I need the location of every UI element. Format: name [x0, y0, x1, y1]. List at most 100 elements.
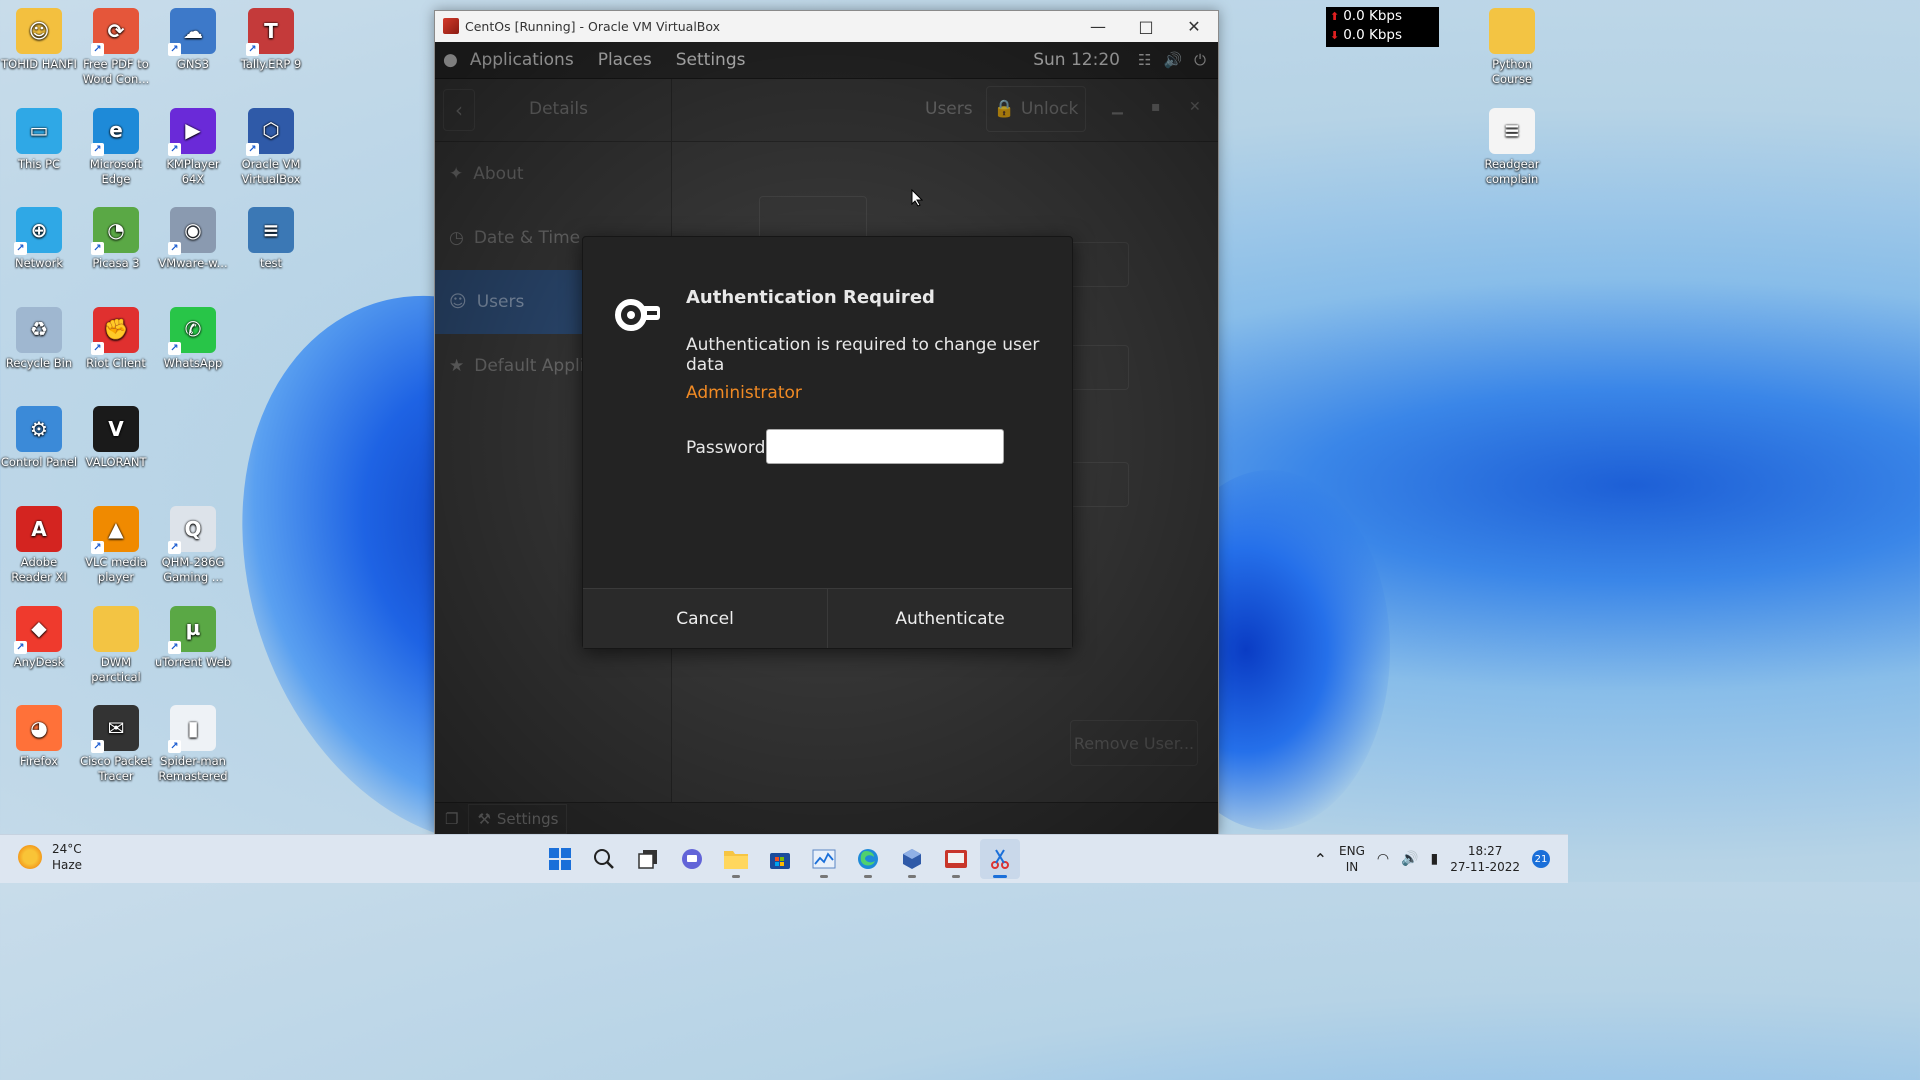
desktop-icon-label: WhatsApp [163, 355, 223, 370]
system-tray[interactable]: ☷ 🔊 ⏻ [1138, 51, 1218, 69]
cancel-button[interactable]: Cancel [583, 589, 827, 648]
search-icon[interactable] [584, 839, 624, 879]
desktop-icon[interactable]: ⬡ ↗ Oracle VM VirtualBox [232, 107, 310, 187]
file-explorer-icon[interactable] [716, 839, 756, 879]
edge-taskbar-icon[interactable] [848, 839, 888, 879]
virtualbox-taskbar-icon[interactable] [892, 839, 932, 879]
shortcut-arrow-icon: ↗ [168, 341, 181, 355]
users-title: Users [925, 99, 973, 119]
close-button[interactable]: ✕ [1170, 17, 1218, 36]
tally-icon: T ↗ [246, 8, 294, 56]
auth-user: Administrator [686, 383, 802, 403]
desktop-icon[interactable]: ◔ ↗ Picasa 3 [77, 207, 155, 271]
task-manager-icon[interactable] [804, 839, 844, 879]
taskbar-apps [540, 839, 1020, 879]
desktop-icon-label: VALORANT [85, 455, 147, 470]
window-titlebar[interactable]: CentOs [Running] - Oracle VM VirtualBox … [435, 11, 1218, 41]
desktop-icon[interactable]: ◉ ↗ VMware-w... [154, 207, 232, 271]
gns3-icon: ☁ ↗ [168, 8, 216, 56]
maximize-button[interactable]: □ [1122, 17, 1170, 36]
shortcut-arrow-icon: ↗ [168, 640, 181, 654]
shortcut-arrow-icon: ↗ [91, 341, 104, 355]
chevron-up-icon[interactable]: ⌃ [1314, 850, 1327, 869]
desktop-icon-label: AnyDesk [13, 654, 65, 669]
settings-menu[interactable]: Settings [664, 50, 758, 70]
desktop-icon-label: Network [14, 256, 64, 271]
desktop-icon[interactable]: ▲ ↗ VLC media player [77, 506, 155, 585]
desktop-icon[interactable]: Python Course [1473, 8, 1551, 87]
task-view-icon[interactable] [628, 839, 668, 879]
desktop-icon[interactable]: ⊕ ↗ Network [0, 207, 78, 271]
battery-icon[interactable]: ▮ [1431, 851, 1439, 867]
microsoft-store-icon[interactable] [760, 839, 800, 879]
quantum-icon: Q ↗ [168, 506, 216, 554]
desktop-icon-label: Oracle VM VirtualBox [241, 156, 301, 186]
unlock-button[interactable]: 🔒 Unlock [986, 86, 1086, 132]
desktop-icon[interactable]: ☁ ↗ GNS3 [154, 8, 232, 72]
python-file-icon: ≡ [248, 207, 294, 254]
date-time[interactable]: 18:27 27-11-2022 [1450, 843, 1520, 875]
weather-widget[interactable]: 24°C Haze [18, 841, 82, 873]
weather-description: Haze [52, 858, 83, 872]
desktop-icon[interactable]: e ↗ Microsoft Edge [77, 107, 155, 187]
wifi-icon[interactable]: ◠ [1377, 851, 1389, 867]
desktop-icon[interactable]: ⟳ ↗ Free PDF to Word Con... [77, 8, 155, 87]
desktop-icon[interactable]: T ↗ Tally.ERP 9 [232, 8, 310, 72]
window-list-icon[interactable]: ❐ [435, 810, 468, 828]
desktop-icon[interactable]: ⚙ Control Panel [0, 406, 78, 470]
shortcut-arrow-icon: ↗ [168, 43, 181, 56]
guest-screen[interactable]: ● Applications Places Settings Sun 12:20… [435, 42, 1218, 834]
authenticate-button[interactable]: Authenticate [827, 589, 1072, 648]
applications-menu[interactable]: Applications [470, 50, 586, 70]
desktop-icon[interactable]: ▮ ↗ Spider-man Remastered [154, 705, 232, 784]
settings-minimize-button[interactable]: ▁ [1112, 99, 1123, 115]
desktop-icon[interactable]: ▭ This PC [0, 107, 78, 172]
picasa-icon: ◔ ↗ [91, 207, 139, 256]
settings-maximize-button[interactable]: ▪ [1151, 99, 1161, 115]
desktop-icon[interactable]: Q ↗ QHM-286G Gaming ... [154, 506, 232, 585]
desktop-icon[interactable]: µ ↗ uTorrent Web [154, 605, 232, 670]
text-file-icon: ≡ [1489, 107, 1535, 154]
desktop-icon[interactable]: ≡ test [232, 207, 310, 271]
settings-taskbar-item[interactable]: ⚒ Settings [468, 804, 568, 834]
volume-icon: 🔊 [1163, 51, 1183, 69]
pdf-converter-icon: ⟳ ↗ [91, 8, 139, 56]
desktop-icon[interactable]: ♻ Recycle Bin [0, 306, 78, 371]
desktop-icon[interactable]: ✉ ↗ Cisco Packet Tracer [77, 705, 155, 784]
desktop-icon[interactable]: ◆ ↗ AnyDesk [0, 605, 78, 670]
start-button[interactable] [540, 839, 580, 879]
virtualbox-logo-icon [443, 18, 459, 34]
snipping-tool-icon[interactable] [980, 839, 1020, 879]
centos-vm-taskbar-icon[interactable] [936, 839, 976, 879]
sidebar-item-about[interactable]: ✦ About [435, 142, 671, 206]
back-button[interactable]: ‹ [443, 89, 475, 131]
desktop-icon[interactable]: ≡ Readgear complain [1473, 107, 1551, 187]
desktop-icon[interactable]: ✊ ↗ Riot Client [77, 306, 155, 371]
desktop-icon[interactable]: ✆ ↗ WhatsApp [154, 306, 232, 371]
password-input[interactable] [766, 429, 1004, 464]
dialog-message: Authentication is required to change use… [686, 335, 1040, 375]
desktop-icon[interactable]: V VALORANT [77, 406, 155, 470]
desktop-icon[interactable]: ◕ Firefox [0, 705, 78, 769]
places-menu[interactable]: Places [586, 50, 664, 70]
window-title: CentOs [Running] - Oracle VM VirtualBox [465, 18, 721, 34]
desktop-icon[interactable]: ☺ TOHID HANFI [0, 8, 78, 72]
clock[interactable]: Sun 12:20 [1033, 50, 1138, 70]
speaker-icon[interactable]: 🔊 [1401, 851, 1418, 867]
desktop-icon[interactable]: DWM parctical [77, 605, 155, 685]
minimize-button[interactable]: — [1074, 17, 1122, 36]
desktop-icon[interactable]: A Adobe Reader XI [0, 506, 78, 585]
packet-tracer-icon: ✉ ↗ [91, 705, 139, 754]
desktop-icon-label: Readgear complain [1484, 156, 1540, 186]
remove-user-button[interactable]: Remove User... [1070, 720, 1198, 766]
kmplayer-icon: ▶ ↗ [168, 107, 216, 156]
recycle-bin-icon: ♻ [16, 306, 62, 353]
notification-badge[interactable]: 21 [1532, 850, 1550, 868]
desktop-icon-label: Riot Client [86, 355, 146, 370]
settings-close-button[interactable]: ✕ [1189, 99, 1201, 115]
desktop-icon[interactable]: ▶ ↗ KMPlayer 64X [154, 107, 232, 187]
chat-icon[interactable] [672, 839, 712, 879]
gnome-foot-icon: ● [443, 50, 458, 70]
language-indicator[interactable]: ENG IN [1339, 843, 1365, 875]
weather-temperature: 24°C [52, 842, 82, 856]
